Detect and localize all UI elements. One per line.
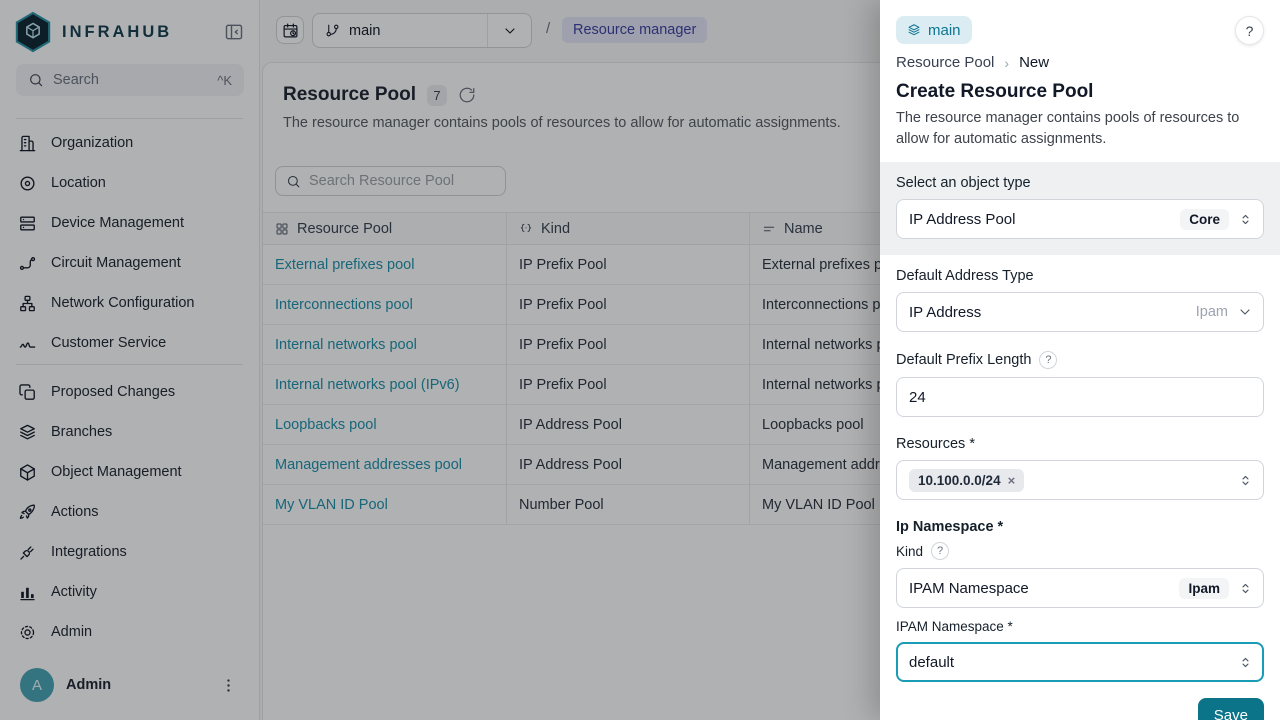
drawer-description: The resource manager contains pools of r… [896,108,1266,150]
default-address-type-field: Default Address Type IP Address Ipam [896,268,1264,332]
resource-chip: 10.100.0.0/24 × [909,469,1024,492]
object-type-label: Select an object type [896,175,1264,191]
object-type-value: IP Address Pool [909,211,1015,228]
stepper-icon [1238,655,1253,670]
resources-field: Resources * 10.100.0.0/24 × [896,436,1264,500]
breadcrumb-current: New [1019,54,1049,71]
save-button[interactable]: Save [1198,698,1264,720]
default-prefix-length-input-box[interactable]: 24 [896,377,1264,417]
ipam-hint: Ipam [1196,304,1228,320]
branch-badge-label: main [928,22,961,39]
object-type-select[interactable]: IP Address Pool Core [896,199,1264,239]
ip-namespace-label: Ip Namespace * [896,519,1264,535]
chevron-right-icon: › [1004,55,1009,71]
stepper-icon [1238,473,1253,488]
ipam-namespace-label: IPAM Namespace * [896,619,1264,634]
create-resource-pool-drawer: main ? Resource Pool › New Create Resour… [880,0,1280,720]
ip-namespace-section: Ip Namespace * Kind ? IPAM Namespace Ipa… [896,519,1264,682]
drawer-breadcrumb: Resource Pool › New [896,54,1264,71]
ipam-badge: Ipam [1179,578,1229,599]
breadcrumb-parent[interactable]: Resource Pool [896,54,994,71]
resource-chip-label: 10.100.0.0/24 [918,473,1001,488]
branch-badge: main [896,16,972,44]
help-icon[interactable]: ? [931,542,949,560]
help-icon[interactable]: ? [1039,351,1057,369]
default-address-type-label: Default Address Type [896,268,1264,284]
object-type-section: Select an object type IP Address Pool Co… [880,162,1280,255]
kind-label: Kind ? [896,542,1264,560]
stepper-icon [1238,581,1253,596]
default-address-type-select[interactable]: IP Address Ipam [896,292,1264,332]
default-prefix-length-label: Default Prefix Length ? [896,351,1264,369]
stepper-icon [1238,212,1253,227]
ipam-namespace-select[interactable]: default [896,642,1264,682]
chevron-down-icon [1237,304,1253,320]
modal-dim-overlay[interactable] [0,0,880,720]
kind-select[interactable]: IPAM Namespace Ipam [896,568,1264,608]
default-address-type-value: IP Address [909,304,981,321]
help-button[interactable]: ? [1235,16,1264,45]
kind-value: IPAM Namespace [909,580,1029,597]
app: INFRAHUB ^K Organization Location [0,0,1280,720]
layers-icon [907,23,921,37]
resources-label: Resources * [896,436,1264,452]
resources-multiselect[interactable]: 10.100.0.0/24 × [896,460,1264,500]
chip-remove-icon[interactable]: × [1008,473,1016,488]
default-prefix-length-value: 24 [909,389,926,406]
default-prefix-length-field: Default Prefix Length ? 24 [896,351,1264,417]
drawer-title: Create Resource Pool [896,81,1264,103]
ipam-namespace-value: default [909,654,954,671]
core-badge: Core [1180,209,1229,230]
